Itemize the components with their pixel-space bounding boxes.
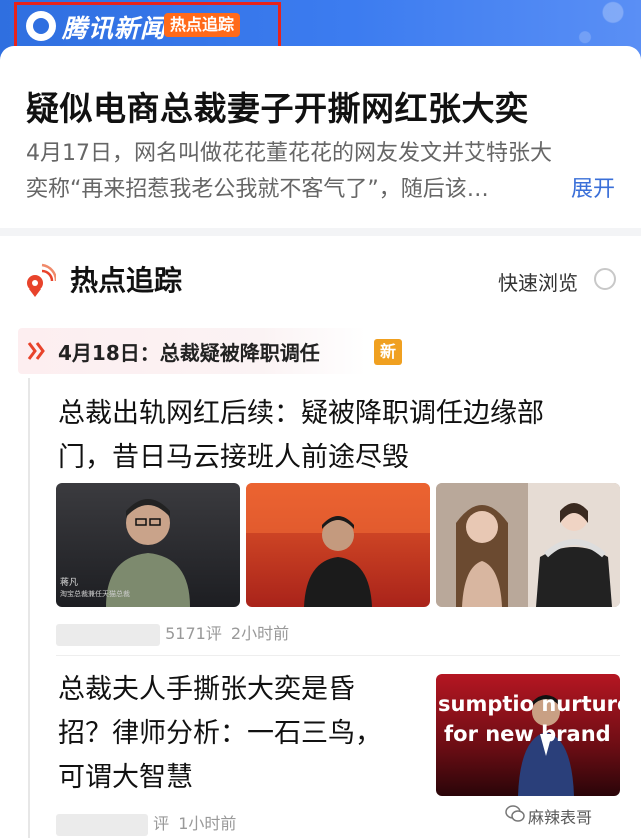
quick-browse-toggle[interactable]: [594, 268, 616, 290]
title-line: 总裁出轨网红后续：疑被降职调任边缘部: [58, 398, 544, 429]
section-divider: [0, 228, 641, 236]
brand-tag: 热点追踪: [164, 13, 241, 37]
article-meta: 5171评 2小时前: [56, 620, 289, 646]
post-time: 2小时前: [230, 624, 290, 643]
tencent-news-logo-icon: [26, 11, 56, 41]
blurred-source: [56, 623, 160, 646]
thumbnail-image[interactable]: 蒋凡 淘宝总裁兼任天猫总裁: [56, 483, 240, 607]
article-title[interactable]: 总裁出轨网红后续：疑被降职调任边缘部 门，昔日马云接班人前途尽毁: [58, 392, 618, 480]
comment-count: 评: [153, 814, 170, 833]
article-title[interactable]: 总裁夫人手撕张大奕是昏 招？律师分析：一石三鸟， 可谓大智慧: [58, 668, 398, 800]
wechat-icon: [505, 805, 525, 822]
title-line: 门，昔日马云接班人前途尽毁: [58, 442, 409, 473]
title-line: 可谓大智慧: [58, 762, 193, 793]
timeline-line: [28, 378, 30, 838]
article-summary: 4月17日，网名叫做花花董花花的网友发文并艾特张大 奕称“再来招惹我老公我就不客…: [26, 136, 616, 208]
person-photo: [436, 483, 620, 607]
timeline-date-label: 4月18日：总裁疑被降职调任: [58, 341, 320, 365]
brand-name: 腾讯新闻: [62, 14, 167, 43]
item-separator: [56, 655, 620, 656]
quick-browse-label[interactable]: 快速浏览: [498, 267, 578, 296]
thumbnail-image[interactable]: [436, 483, 620, 607]
thumbnail-image[interactable]: sumptio nurture for new brand: [436, 674, 620, 796]
thumb-caption: 蒋凡: [60, 578, 79, 588]
section-title: 热点追踪: [70, 264, 183, 297]
summary-line: 4月17日，网名叫做花花董花花的网友发文并艾特张大: [26, 141, 552, 166]
summary-line: 奕称“再来招惹我老公我就不客气了”，随后该…: [26, 177, 489, 202]
new-badge: 新: [374, 339, 402, 365]
location-pin-icon: [27, 263, 56, 297]
title-line: 总裁夫人手撕张大奕是昏: [58, 674, 355, 705]
expand-button[interactable]: 展开: [571, 172, 615, 208]
person-photo: [246, 483, 430, 607]
thumb-caption: 淘宝总裁兼任天猫总裁: [60, 590, 130, 598]
double-chevron-icon: [27, 342, 45, 360]
blurred-source: [56, 813, 148, 836]
comment-count: 5171评: [165, 624, 222, 643]
title-line: 招？律师分析：一石三鸟，: [58, 718, 382, 749]
thumbnail-image[interactable]: [246, 483, 430, 607]
thumb-slide-text: for new brand: [444, 722, 611, 746]
post-time: 1小时前: [178, 814, 237, 833]
thumb-slide-text: sumptio nurture: [438, 692, 620, 716]
watermark: 麻辣表哥: [528, 808, 593, 827]
article-headline[interactable]: 疑似电商总裁妻子开撕网红张大奕: [26, 82, 529, 130]
article-meta: 评 1小时前: [56, 810, 236, 836]
